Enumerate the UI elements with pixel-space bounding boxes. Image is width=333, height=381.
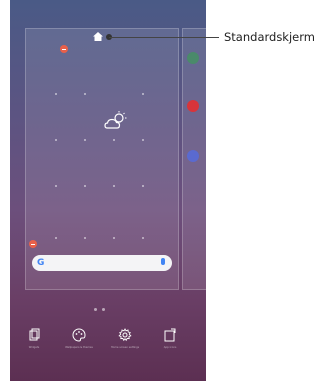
home-screen-editor: G Widgets Wallpapers & themes Home scree… xyxy=(10,0,206,381)
grid-dot xyxy=(84,93,86,95)
grid-dot xyxy=(113,185,115,187)
home-page-preview[interactable]: G xyxy=(25,28,179,290)
home-icon[interactable] xyxy=(93,32,103,41)
home-screen-settings-button[interactable]: Home screen settings xyxy=(107,328,143,372)
mic-icon[interactable] xyxy=(161,258,165,265)
settings-icon xyxy=(118,328,132,342)
app-icons-button[interactable]: App icons xyxy=(152,328,188,372)
edit-option-label: Widgets xyxy=(28,346,40,349)
grid-dot xyxy=(113,237,115,239)
widgets-icon xyxy=(29,328,40,341)
edit-option-label: App icons xyxy=(163,346,177,349)
grid-dot xyxy=(55,139,57,141)
weather-icon[interactable] xyxy=(103,110,129,132)
widgets-button[interactable]: Widgets xyxy=(16,328,52,372)
app-icon[interactable] xyxy=(187,52,199,64)
grid-dot xyxy=(142,93,144,95)
grid-dot xyxy=(142,185,144,187)
page-indicator-dot xyxy=(102,308,105,311)
google-search-widget[interactable]: G xyxy=(32,255,172,271)
remove-page-icon[interactable] xyxy=(60,45,68,53)
grid-dot xyxy=(84,185,86,187)
grid-dot xyxy=(113,139,115,141)
callout-label: Standardskjerm xyxy=(224,30,315,44)
edit-option-label: Wallpapers & themes xyxy=(65,346,93,349)
wallpapers-themes-button[interactable]: Wallpapers & themes xyxy=(61,328,97,372)
app-icon[interactable] xyxy=(187,100,199,112)
edit-option-label: Home screen settings xyxy=(110,346,140,349)
grid-dot xyxy=(55,237,57,239)
callout-line xyxy=(109,37,219,38)
google-logo: G xyxy=(37,258,45,268)
grid-dot xyxy=(55,93,57,95)
grid-dot xyxy=(84,237,86,239)
remove-widget-icon[interactable] xyxy=(29,240,37,248)
grid-dot xyxy=(142,237,144,239)
grid-dot xyxy=(84,139,86,141)
app-icon[interactable] xyxy=(187,150,199,162)
grid-dot xyxy=(55,185,57,187)
grid-dot xyxy=(142,139,144,141)
wallpaper-icon xyxy=(72,328,86,342)
page-indicator-dot xyxy=(94,308,97,311)
app-icons-icon xyxy=(164,328,176,342)
